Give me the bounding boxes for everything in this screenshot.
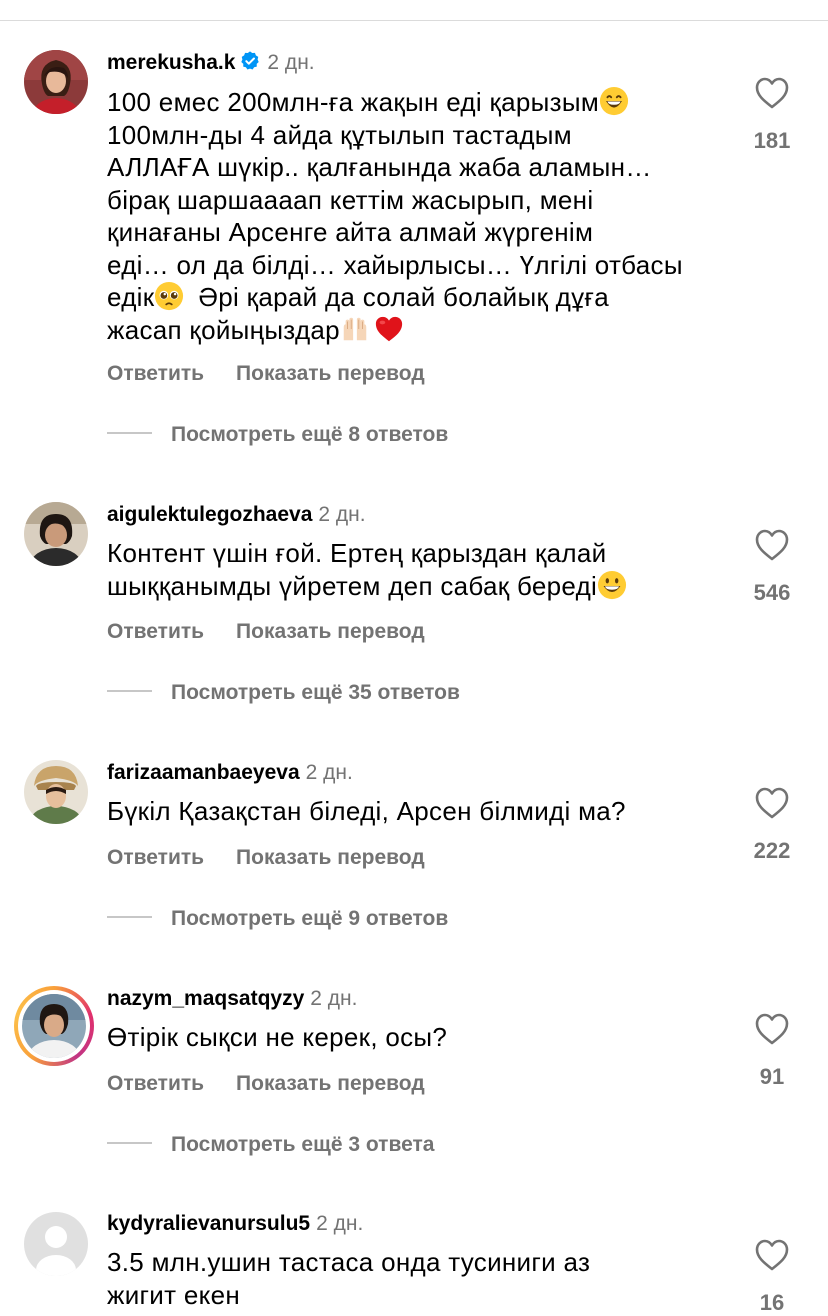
replies-divider: [107, 916, 152, 919]
avatar[interactable]: [22, 994, 86, 1058]
comment-line: бірақ шаршаааап кеттім жасырып, мені: [107, 184, 594, 215]
verified-badge-icon: [239, 50, 261, 79]
show-translation-button[interactable]: Показать перевод: [236, 1072, 425, 1095]
like-group: 222: [736, 786, 808, 864]
view-replies-label: Посмотреть ещё 35 ответов: [171, 681, 460, 704]
like-count: 91: [759, 1064, 785, 1089]
comment-line: 100 емес 200млн-ға жақын еді қарызым: [107, 87, 600, 117]
comment-time: 2 дн.: [305, 761, 353, 784]
comment-line: жигит екен: [107, 1279, 240, 1310]
comment-actions: Ответить Показать перевод: [107, 361, 425, 387]
comment-text: Өтірік сықси не керек, осы?: [107, 1021, 747, 1054]
comment-line: 3.5 млн.ушин тастаса онда тусиниги аз: [107, 1247, 591, 1277]
comment-line: Әрі қарай да солай болайық дұға: [198, 282, 609, 312]
comment-actions: Ответить Показать перевод: [107, 619, 425, 645]
like-group: 91: [736, 1012, 808, 1090]
reply-button[interactable]: Ответить: [107, 846, 204, 869]
reply-button[interactable]: Ответить: [107, 620, 204, 643]
view-replies-button[interactable]: Посмотреть ещё 8 ответов: [107, 422, 448, 448]
view-replies-button[interactable]: Посмотреть ещё 3 ответа: [107, 1132, 434, 1158]
comment-line: еді… ол да білді… хайырлысы… Үлгілі отба…: [107, 249, 683, 280]
comment-header: kydyralievanursulu5 2 дн.: [107, 1211, 363, 1237]
comment-line: Контент үшін ғой. Ертең қарыздан қалай: [107, 538, 607, 568]
comment-text: 100 емес 200млн-ға жақын еді қарызым 100…: [107, 86, 747, 346]
heart-icon[interactable]: [754, 528, 790, 562]
avatar[interactable]: [24, 50, 88, 114]
story-ring[interactable]: [14, 986, 94, 1066]
avatar[interactable]: [24, 502, 88, 566]
show-translation-button[interactable]: Показать перевод: [236, 362, 425, 385]
avatar[interactable]: [24, 1212, 88, 1276]
comment-line: 100млн-ды 4 айда құтылып тастадым: [107, 119, 572, 150]
comment-actions: Ответить Показать перевод: [107, 845, 425, 871]
like-count: 546: [753, 580, 791, 605]
view-replies-button[interactable]: Посмотреть ещё 35 ответов: [107, 680, 460, 706]
view-replies-label: Посмотреть ещё 9 ответов: [171, 907, 449, 930]
reply-button[interactable]: Ответить: [107, 362, 204, 385]
grinning-face-with-smiling-eyes-icon: [600, 86, 629, 116]
raising-hands-icon: [343, 317, 367, 340]
heart-icon[interactable]: [754, 1238, 790, 1272]
comment-actions: Ответить Показать перевод: [107, 1071, 425, 1097]
comment-line: АЛЛАҒА шүкір.. қалғанында жаба аламын…: [107, 152, 652, 182]
comment-line: жасап қойыңыздар: [107, 314, 340, 345]
view-replies-label: Посмотреть ещё 8 ответов: [171, 423, 449, 446]
like-group: 181: [736, 76, 808, 154]
grinning-face-icon: [598, 570, 627, 599]
heart-icon[interactable]: [754, 786, 790, 820]
pleading-face-icon: [155, 281, 184, 311]
view-replies-button[interactable]: Посмотреть ещё 9 ответов: [107, 906, 448, 932]
comment-header: nazym_maqsatqyzy 2 дн.: [107, 986, 357, 1012]
reply-button[interactable]: Ответить: [107, 1072, 204, 1095]
show-translation-button[interactable]: Показать перевод: [236, 846, 425, 869]
replies-divider: [107, 1142, 152, 1145]
like-count: 16: [759, 1290, 785, 1315]
username[interactable]: kydyralievanursulu5: [107, 1212, 310, 1235]
avatar[interactable]: [24, 760, 88, 824]
comment-header: farizaamanbaeyeva 2 дн.: [107, 760, 353, 786]
username[interactable]: nazym_maqsatqyzy: [107, 987, 304, 1010]
like-count: 222: [753, 838, 791, 863]
replies-divider: [107, 690, 152, 693]
replies-divider: [107, 432, 152, 435]
show-translation-button[interactable]: Показать перевод: [236, 620, 425, 643]
comment-line: қинағаны Арсенге айта алмай жүргенім: [107, 217, 594, 247]
comment-line: едік: [107, 282, 155, 312]
like-count: 181: [753, 128, 791, 153]
like-group: 16: [736, 1238, 808, 1316]
username[interactable]: merekusha.k: [107, 51, 235, 74]
comment-text: Контент үшін ғой. Ертең қарыздан қалай ш…: [107, 537, 747, 602]
comment-time: 2 дн.: [267, 51, 315, 74]
heart-icon[interactable]: [754, 1012, 790, 1046]
comment-text: Бүкіл Қазақстан біледі, Арсен білмиді ма…: [107, 795, 747, 828]
top-divider: [0, 20, 828, 21]
username[interactable]: aigulektulegozhaeva: [107, 503, 312, 526]
comment-line: Өтірік сықси не керек, осы?: [107, 1022, 448, 1052]
comment-time: 2 дн.: [318, 503, 366, 526]
like-group: 546: [736, 528, 808, 606]
comment-line: Бүкіл Қазақстан біледі, Арсен білмиді ма…: [107, 796, 626, 826]
comment-text: 3.5 млн.ушин тастаса онда тусиниги аз жи…: [107, 1246, 747, 1311]
comment-time: 2 дн.: [310, 987, 358, 1010]
username[interactable]: farizaamanbaeyeva: [107, 761, 300, 784]
comment-header: aigulektulegozhaeva 2 дн.: [107, 502, 366, 528]
heart-icon[interactable]: [754, 76, 790, 110]
comment-time: 2 дн.: [316, 1212, 364, 1235]
view-replies-label: Посмотреть ещё 3 ответа: [171, 1133, 435, 1156]
comment-line: шыққанымды үйретем деп сабақ береді: [107, 570, 598, 601]
comment-header: merekusha.k 2 дн.: [107, 50, 315, 79]
red-heart-icon: [375, 316, 403, 341]
